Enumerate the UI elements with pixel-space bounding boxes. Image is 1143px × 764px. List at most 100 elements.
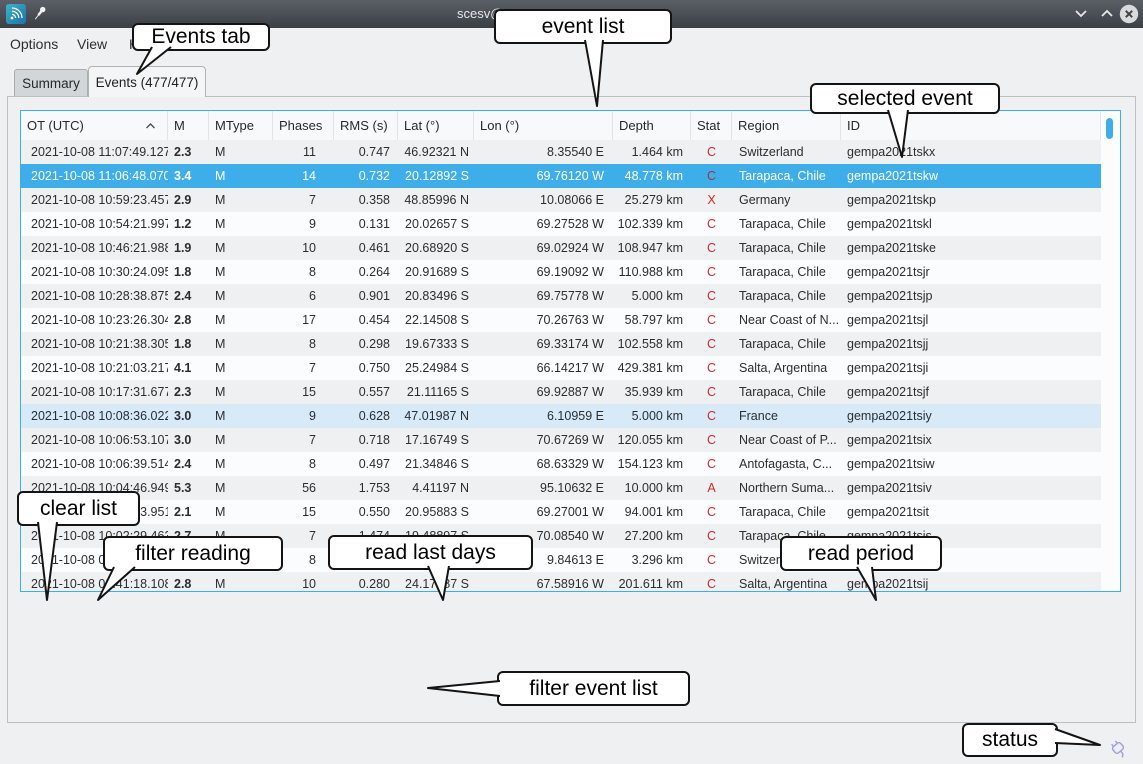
cell-id: gempa2021tsiy xyxy=(841,404,1101,428)
cell-phases: 10 xyxy=(273,236,334,260)
cell-rms: 0.358 xyxy=(334,188,398,212)
cell-rms: 0.131 xyxy=(334,212,398,236)
cell-ot: 2021-10-08 10:23:26.304 xyxy=(21,308,168,332)
cell-id: gempa2021tskx xyxy=(841,140,1101,164)
cell-rms: 0.298 xyxy=(334,332,398,356)
header-m[interactable]: M xyxy=(168,111,209,140)
cell-region: Tarapaca, Chile xyxy=(732,260,841,284)
cell-stat: C xyxy=(691,380,732,404)
event-row[interactable]: 2021-10-08 10:46:21.9881.9M100.46120.689… xyxy=(21,236,1101,260)
cell-m: 2.8 xyxy=(168,308,209,332)
cell-depth: 429.381 km xyxy=(613,356,691,380)
cell-depth: 201.611 km xyxy=(613,572,691,592)
cell-depth: 27.200 km xyxy=(613,524,691,548)
event-row[interactable]: 2021-10-08 10:59:23.4572.9M70.35848.8599… xyxy=(21,188,1101,212)
cell-region: Salta, Argentina xyxy=(732,356,841,380)
cell-rms: 0.557 xyxy=(334,380,398,404)
cell-depth: 25.279 km xyxy=(613,188,691,212)
cell-m: 3.4 xyxy=(168,164,209,188)
cell-phases: 8 xyxy=(273,332,334,356)
cell-phases: 8 xyxy=(273,260,334,284)
vertical-scrollbar[interactable] xyxy=(1101,111,1120,591)
cell-lon: 66.14217 W xyxy=(474,356,613,380)
cell-mtype: M xyxy=(209,428,273,452)
header-lat[interactable]: Lat (°) xyxy=(398,111,474,140)
cell-region: Northern Suma... xyxy=(732,476,841,500)
event-row[interactable]: 2021-10-08 10:08:36.0223.0M90.62847.0198… xyxy=(21,404,1101,428)
event-row[interactable]: 2021-10-08 10:04:46.9495.3M561.7534.4119… xyxy=(21,476,1101,500)
event-row[interactable]: 2021-10-08 10:21:38.3051.8M80.29819.6733… xyxy=(21,332,1101,356)
cell-phases: 10 xyxy=(273,572,334,592)
connection-status-icon[interactable] xyxy=(1106,736,1130,760)
cell-region: Germany xyxy=(732,188,841,212)
header-id[interactable]: ID xyxy=(841,111,1101,140)
cell-region: Tarapaca, Chile xyxy=(732,332,841,356)
event-row[interactable]: 2021-10-08 10:17:31.6772.3M150.55721.111… xyxy=(21,380,1101,404)
cell-ot: 2021-10-08 10:06:53.107 xyxy=(21,428,168,452)
event-row[interactable]: 2021-10-08 10:23:26.3042.8M170.45422.145… xyxy=(21,308,1101,332)
pin-icon[interactable] xyxy=(32,5,49,23)
event-row[interactable]: 2021-10-08 09:41:18.1082.8M100.28024.176… xyxy=(21,572,1101,592)
cell-lat: 21.34846 S xyxy=(398,452,474,476)
cell-lon: 69.92887 W xyxy=(474,380,613,404)
event-row[interactable]: 2021-10-08 10:06:39.5142.4M80.49721.3484… xyxy=(21,452,1101,476)
event-row[interactable]: 2021-10-08 10:28:38.8752.4M60.90120.8349… xyxy=(21,284,1101,308)
event-row[interactable]: 2021-10-08 10:06:53.1073.0M70.71817.1674… xyxy=(21,428,1101,452)
cell-id: gempa2021tsji xyxy=(841,356,1101,380)
event-row[interactable]: 2021-10-08 10:30:24.0951.8M80.26420.9168… xyxy=(21,260,1101,284)
cell-m: 2.8 xyxy=(168,572,209,592)
header-mtype[interactable]: MType xyxy=(209,111,273,140)
cell-rms: 0.550 xyxy=(334,500,398,524)
cell-rms: 0.497 xyxy=(334,452,398,476)
header-depth[interactable]: Depth xyxy=(613,111,691,140)
cell-lon: 70.67269 W xyxy=(474,428,613,452)
tab-summary[interactable]: Summary xyxy=(14,69,88,96)
callout-status: status xyxy=(962,723,1058,757)
app-logo-icon xyxy=(6,4,26,24)
callout-filter-event-list: filter event list xyxy=(497,671,690,706)
tab-events[interactable]: Events (477/477) xyxy=(88,66,206,97)
header-ot-utc[interactable]: OT (UTC) xyxy=(21,111,168,140)
event-row[interactable]: 2021-10-08 11:07:49.1272.3M110.74746.923… xyxy=(21,140,1101,164)
minimize-button[interactable] xyxy=(1072,5,1090,23)
menu-options[interactable]: Options xyxy=(10,36,58,52)
close-button[interactable] xyxy=(1119,4,1139,24)
header-stat[interactable]: Stat xyxy=(691,111,732,140)
cell-stat: C xyxy=(691,308,732,332)
event-row[interactable]: 2021-10-08 10:21:03.2174.1M70.75025.2498… xyxy=(21,356,1101,380)
maximize-button[interactable] xyxy=(1098,5,1116,23)
header-phases[interactable]: Phases xyxy=(273,111,334,140)
cell-mtype: M xyxy=(209,308,273,332)
cell-ot: 2021-10-08 10:06:39.514 xyxy=(21,452,168,476)
header-lon[interactable]: Lon (°) xyxy=(474,111,613,140)
cell-depth: 5.000 km xyxy=(613,404,691,428)
cell-lat: 20.91689 S xyxy=(398,260,474,284)
cell-lat: 46.92321 N xyxy=(398,140,474,164)
cell-stat: C xyxy=(691,332,732,356)
cell-rms: 0.718 xyxy=(334,428,398,452)
callout-selected-event: selected event xyxy=(810,83,1000,114)
cell-depth: 35.939 km xyxy=(613,380,691,404)
header-region[interactable]: Region xyxy=(732,111,841,140)
cell-stat: C xyxy=(691,452,732,476)
scrollbar-thumb[interactable] xyxy=(1106,118,1113,139)
cell-depth: 3.296 km xyxy=(613,548,691,572)
cell-phases: 8 xyxy=(273,452,334,476)
cell-rms: 0.750 xyxy=(334,356,398,380)
cell-depth: 108.947 km xyxy=(613,236,691,260)
cell-stat: C xyxy=(691,236,732,260)
event-row[interactable]: 2021-10-08 10:54:21.9971.2M90.13120.0265… xyxy=(21,212,1101,236)
event-row[interactable]: 2021-10-08 10:03:53.9512.1M150.55020.958… xyxy=(21,500,1101,524)
header-rms-s[interactable]: RMS (s) xyxy=(334,111,398,140)
cell-ot: 2021-10-08 10:08:36.022 xyxy=(21,404,168,428)
cell-m: 1.9 xyxy=(168,236,209,260)
cell-m: 1.2 xyxy=(168,212,209,236)
event-row[interactable]: 2021-10-08 11:06:48.0703.4M140.73220.128… xyxy=(21,164,1101,188)
cell-rms: 0.732 xyxy=(334,164,398,188)
cell-rms: 0.747 xyxy=(334,140,398,164)
menu-view[interactable]: View xyxy=(77,36,107,52)
cell-stat: X xyxy=(691,188,732,212)
cell-depth: 102.339 km xyxy=(613,212,691,236)
cell-id: gempa2021tsjp xyxy=(841,284,1101,308)
cell-lon: 95.10632 E xyxy=(474,476,613,500)
